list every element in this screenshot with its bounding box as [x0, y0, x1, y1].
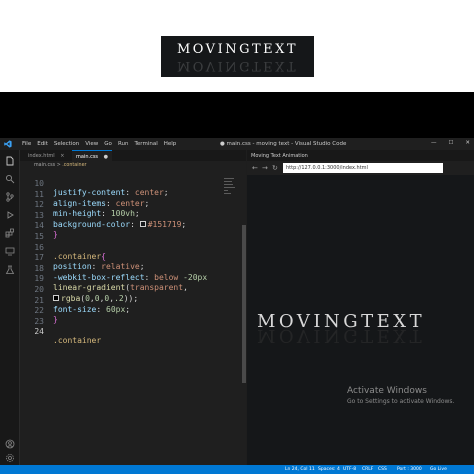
menu-view[interactable]: View [85, 141, 98, 147]
code-editor[interactable]: 10 justify-content: center; 11 align-ite… [20, 170, 246, 465]
settings-gear-icon[interactable] [5, 453, 15, 463]
menu-selection[interactable]: Selection [54, 141, 79, 147]
code-line: 11 align-items: center; [20, 181, 220, 208]
close-icon[interactable]: ✕ [465, 140, 470, 146]
code-line: 21 font-size: 60px; [20, 287, 220, 314]
activate-subtitle: Go to Settings to activate Windows. [347, 398, 455, 405]
code-line: 22 } [20, 297, 220, 324]
run-debug-icon[interactable] [5, 210, 15, 220]
browser-tabs: Moving Text Animation [247, 150, 474, 161]
minimap[interactable] [224, 178, 238, 198]
end-of-line[interactable]: CRLF [362, 467, 373, 472]
editor-tabs: index.html × main.css ● [20, 150, 246, 161]
banner-text: MOVINGTEXT [176, 42, 299, 57]
testing-icon[interactable] [5, 265, 15, 275]
menu-terminal[interactable]: Terminal [134, 141, 157, 147]
breadcrumb-file[interactable]: main.css [34, 163, 55, 168]
code-line: 12 min-height: 100vh; [20, 191, 220, 218]
forward-icon[interactable]: → [262, 164, 268, 172]
port-indicator[interactable]: Port : 3000 [397, 467, 422, 472]
code-line: 23 [20, 308, 220, 326]
tab-close-icon[interactable]: × [60, 153, 64, 159]
breadcrumb: main.css > .container [20, 161, 246, 170]
code-text: .container [53, 336, 102, 346]
preview-area: MOVINGTEXT MOVINGTEXT [0, 0, 474, 138]
breadcrumb-separator: > [56, 163, 61, 168]
code-line: 15 [20, 223, 220, 241]
moving-text-banner: MOVINGTEXT MOVINGTEXT [161, 36, 314, 77]
minimize-icon[interactable]: — [431, 140, 437, 146]
code-line: 20 rgba(0,0,0,.2)); [20, 276, 220, 303]
menu-edit[interactable]: Edit [37, 141, 48, 147]
source-control-icon[interactable] [5, 192, 15, 202]
extensions-icon[interactable] [5, 228, 15, 238]
explorer-icon[interactable] [5, 156, 15, 166]
menu-help[interactable]: Help [164, 141, 177, 147]
cursor-position[interactable]: Ln 24, Col 11 [285, 467, 315, 472]
tab-moving-text-animation[interactable]: Moving Text Animation [251, 153, 308, 159]
activate-windows-watermark: Activate Windows Go to Settings to activ… [347, 386, 454, 405]
indentation[interactable]: Spaces: 4 [318, 467, 340, 472]
language-mode[interactable]: CSS [378, 467, 387, 472]
menu-file[interactable]: File [22, 141, 31, 147]
code-line: 16 .container{ [20, 234, 220, 261]
window-title: ● main.css - moving text - Visual Studio… [220, 141, 347, 147]
go-live-button[interactable]: Go Live [430, 467, 447, 472]
vscode-window: File Edit Selection View Go Run Terminal… [0, 138, 474, 474]
activate-title: Activate Windows [347, 386, 427, 396]
encoding[interactable]: UTF-8 [343, 467, 356, 472]
back-icon[interactable]: ← [252, 164, 258, 172]
menu-bar: File Edit Selection View Go Run Terminal… [22, 141, 176, 147]
account-icon[interactable] [5, 439, 15, 449]
remote-explorer-icon[interactable] [5, 246, 15, 256]
browser-toolbar: ← → ↻ http://127.0.0.1:3000/index.html [247, 161, 474, 175]
tab-index-html[interactable]: index.html × [24, 150, 68, 161]
browser-viewport: MOVINGTEXT MOVINGTEXT Activate Windows G… [247, 175, 474, 465]
line-number: 24 [34, 327, 44, 337]
vscode-logo-icon [4, 140, 12, 148]
banner-text-reflection: MOVINGTEXT [176, 58, 299, 73]
maximize-icon[interactable]: ☐ [448, 140, 453, 146]
window-controls: — ☐ ✕ [431, 140, 470, 146]
tab-label: main.css [76, 154, 99, 160]
code-line: 13 background-color: #151719; [20, 202, 220, 229]
code-line: 10 justify-content: center; [20, 170, 220, 197]
status-bar: Ln 24, Col 11 Spaces: 4 UTF-8 CRLF CSS P… [0, 465, 474, 474]
tab-label: index.html [28, 153, 55, 159]
dark-band [0, 92, 474, 138]
title-bar: File Edit Selection View Go Run Terminal… [0, 138, 474, 150]
tab-main-css[interactable]: main.css ● [72, 150, 113, 161]
code-line: 17 position: relative; [20, 244, 220, 271]
code-line: 18 -webkit-box-reflect: below -20px [20, 255, 220, 282]
code-line-current: 24 .container [20, 318, 220, 345]
reload-icon[interactable]: ↻ [272, 164, 278, 172]
code-line: 14 } [20, 212, 220, 239]
menu-run[interactable]: Run [118, 141, 129, 147]
editor-scrollbar[interactable] [242, 225, 246, 383]
url-input[interactable]: http://127.0.0.1:3000/index.html [283, 163, 443, 173]
search-icon[interactable] [5, 174, 15, 184]
menu-go[interactable]: Go [104, 141, 112, 147]
tab-modified-icon[interactable]: ● [104, 154, 108, 160]
code-line: 19 linear-gradient(transparent, [20, 265, 220, 292]
moving-text-reflection: MOVINGTEXT [257, 325, 426, 346]
breadcrumb-selector[interactable]: .container [62, 163, 86, 168]
activity-bar [0, 150, 20, 465]
